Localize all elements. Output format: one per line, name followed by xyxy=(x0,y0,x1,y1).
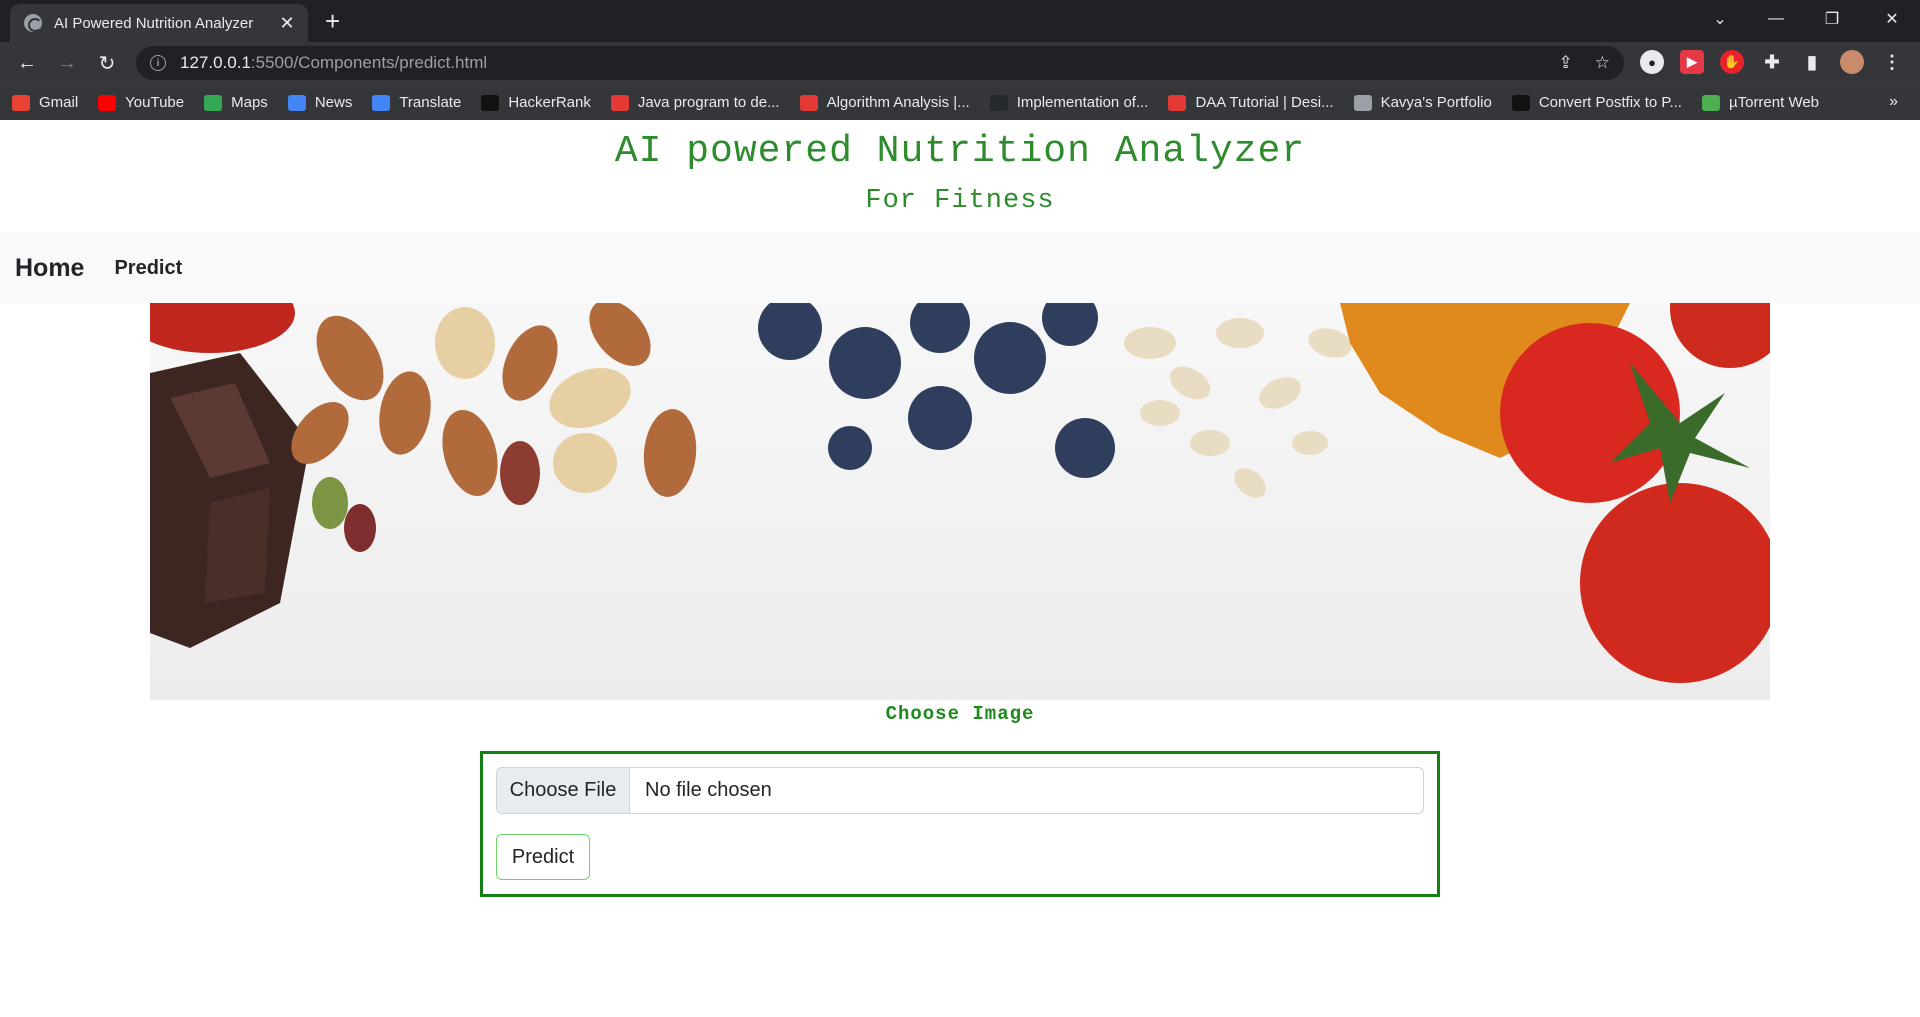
page-title: AI powered Nutrition Analyzer xyxy=(614,130,1306,173)
bookmark-item[interactable]: Translate xyxy=(372,94,461,111)
bookmark-item[interactable]: Gmail xyxy=(12,94,78,111)
forward-icon[interactable]: → xyxy=(50,46,84,80)
github-icon xyxy=(989,94,1008,111)
bookmark-label: Algorithm Analysis |... xyxy=(826,94,970,111)
v-logo-icon xyxy=(610,94,629,111)
tab-title: AI Powered Nutrition Analyzer xyxy=(54,14,254,32)
close-tab-icon[interactable]: ✕ xyxy=(278,13,296,33)
reload-icon[interactable]: ↻ xyxy=(90,46,124,80)
extension-hand-icon[interactable]: ✋ xyxy=(1720,50,1744,74)
news-icon xyxy=(287,94,306,111)
bookmark-star-icon[interactable]: ☆ xyxy=(1595,53,1610,73)
menu-kebab-icon[interactable]: ⋮ xyxy=(1880,50,1904,74)
th-icon xyxy=(1511,94,1530,111)
site-info-icon[interactable]: i xyxy=(150,55,166,71)
hero-food-image xyxy=(150,303,1770,700)
site-navbar: Home Predict xyxy=(0,233,1920,303)
bookmark-label: News xyxy=(314,94,353,111)
share-icon[interactable]: ⇪ xyxy=(1559,53,1573,73)
address-bar[interactable]: i 127.0.0.1:5500/Components/predict.html… xyxy=(136,46,1624,80)
youtube-icon xyxy=(98,94,117,111)
url-host: 127.0.0.1 xyxy=(180,53,251,72)
bookmark-label: Implementation of... xyxy=(1016,94,1149,111)
browser-tab[interactable]: AI Powered Nutrition Analyzer ✕ xyxy=(10,4,308,42)
nav-home-link[interactable]: Home xyxy=(15,254,84,283)
extension-play-icon[interactable]: ▶ xyxy=(1680,50,1704,74)
bookmark-item[interactable]: Java program to de... xyxy=(610,94,780,111)
bookmark-item[interactable]: Implementation of... xyxy=(989,94,1149,111)
bookmark-label: DAA Tutorial | Desi... xyxy=(1195,94,1334,111)
bookmark-label: Maps xyxy=(231,94,268,111)
bookmark-label: Kavya's Portfolio xyxy=(1380,94,1492,111)
bookmark-label: Translate xyxy=(399,94,462,111)
profile-avatar[interactable] xyxy=(1840,50,1864,74)
more-bookmarks-icon[interactable]: » xyxy=(1889,93,1898,111)
browser-toolbar: ← → ↻ i 127.0.0.1:5500/Components/predic… xyxy=(0,42,1920,84)
bookmark-item[interactable]: News xyxy=(287,94,353,111)
back-icon[interactable]: ← xyxy=(10,46,44,80)
browser-tabstrip: AI Powered Nutrition Analyzer ✕ + ⌄ — ❐ … xyxy=(0,0,1920,42)
file-input[interactable]: Choose File No file chosen xyxy=(496,767,1424,814)
page-content: AI powered Nutrition Analyzer For Fitnes… xyxy=(0,129,1920,1017)
bookmark-label: Java program to de... xyxy=(637,94,780,111)
extension-icon[interactable]: ● xyxy=(1640,50,1664,74)
bookmark-label: HackerRank xyxy=(508,94,591,111)
restore-button[interactable]: ❐ xyxy=(1804,0,1860,38)
translate-icon xyxy=(372,94,391,111)
side-panel-icon[interactable]: ▮ xyxy=(1800,50,1824,74)
nav-predict-link[interactable]: Predict xyxy=(114,257,182,280)
utorrent-icon xyxy=(1701,94,1720,111)
maps-icon xyxy=(204,94,223,111)
bookmark-item[interactable]: Convert Postfix to P... xyxy=(1511,94,1682,111)
bookmark-item[interactable]: DAA Tutorial | Desi... xyxy=(1168,94,1334,111)
bookmark-red-icon xyxy=(799,94,818,111)
globe-icon xyxy=(1353,94,1372,111)
predict-button[interactable]: Predict xyxy=(496,834,590,880)
bookmark-item[interactable]: µTorrent Web xyxy=(1701,94,1820,111)
bookmark-item[interactable]: Algorithm Analysis |... xyxy=(799,94,970,111)
bookmark-label: Convert Postfix to P... xyxy=(1538,94,1682,111)
bookmarks-bar: Gmail YouTube Maps News Translate HackerRank J… xyxy=(0,84,1920,120)
v-logo-icon xyxy=(1168,94,1187,111)
gmail-icon xyxy=(12,94,30,111)
bookmark-item[interactable]: HackerRank xyxy=(481,94,591,111)
file-status-text: No file chosen xyxy=(645,779,772,801)
tab-search-icon[interactable]: ⌄ xyxy=(1692,0,1748,38)
extensions-puzzle-icon[interactable]: ✚ xyxy=(1760,50,1784,74)
bookmark-label: Gmail xyxy=(39,94,79,111)
bookmark-label: YouTube xyxy=(125,94,185,111)
close-window-button[interactable]: ✕ xyxy=(1864,0,1920,38)
bookmark-label: µTorrent Web xyxy=(1728,94,1820,111)
upload-form: Choose File No file chosen Predict xyxy=(480,751,1440,897)
new-tab-button[interactable]: + xyxy=(325,8,340,34)
minimize-button[interactable]: — xyxy=(1748,0,1804,38)
globe-icon xyxy=(24,14,42,32)
bookmark-item[interactable]: YouTube xyxy=(98,94,184,111)
hackerrank-icon xyxy=(481,94,500,111)
url-path: :5500/Components/predict.html xyxy=(250,53,488,72)
page-subtitle: For Fitness xyxy=(865,186,1055,216)
bookmark-item[interactable]: Kavya's Portfolio xyxy=(1353,94,1492,111)
choose-image-label: Choose Image xyxy=(885,703,1035,725)
bookmark-item[interactable]: Maps xyxy=(204,94,268,111)
choose-file-button[interactable]: Choose File xyxy=(497,768,630,813)
